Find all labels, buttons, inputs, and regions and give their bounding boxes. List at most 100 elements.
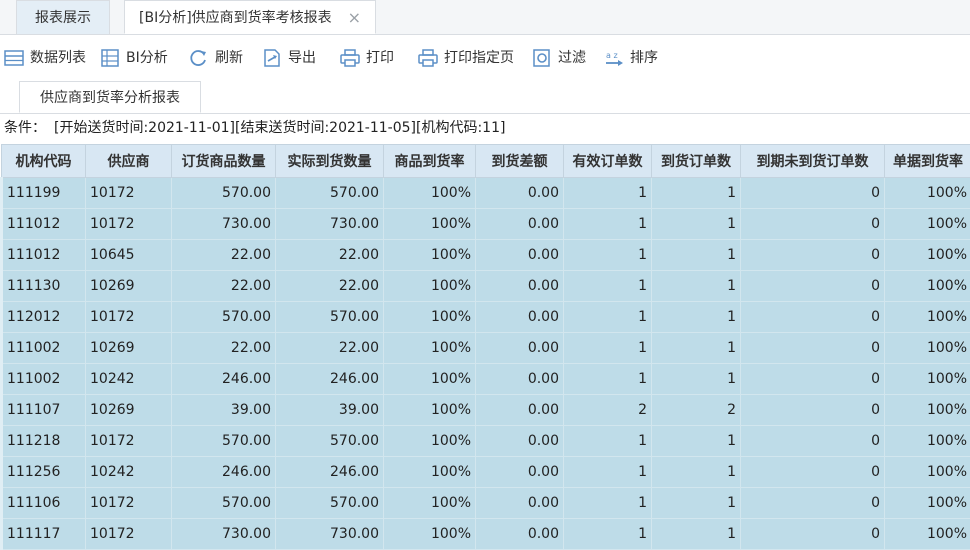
table-row[interactable]: 111002 10242 246.00 246.00 100% 0.00 1 1 0 100% bbox=[0, 363, 970, 395]
condition-label: 条件： bbox=[4, 120, 46, 136]
table-cell: 10172 bbox=[85, 177, 172, 209]
table-cell: 100% bbox=[884, 239, 970, 271]
table-row[interactable]: 111117 10172 730.00 730.00 100% 0.00 1 1 0 100% bbox=[0, 518, 970, 550]
print-pages-label: 打印指定页 bbox=[444, 50, 514, 66]
table-cell: 0.00 bbox=[475, 177, 564, 209]
table-cell: 0 bbox=[740, 487, 885, 519]
table-cell: 1 bbox=[563, 177, 652, 209]
table-cell: 10269 bbox=[85, 394, 172, 426]
tab-supplier-report[interactable]: [BI分析]供应商到货率考核报表 × bbox=[124, 0, 376, 34]
table-cell: 570.00 bbox=[171, 487, 276, 519]
table-cell: 111002 bbox=[0, 332, 86, 364]
table-body: 111199 10172 570.00 570.00 100% 0.00 1 1 0 100% 11… bbox=[0, 177, 970, 550]
column-header[interactable]: 订货商品数量 bbox=[171, 144, 276, 178]
table-cell: 570.00 bbox=[171, 425, 276, 457]
table-row[interactable]: 112012 10172 570.00 570.00 100% 0.00 1 1 0 100% bbox=[0, 301, 970, 333]
table-cell: 0 bbox=[740, 270, 885, 302]
sort-button[interactable]: a z 排序 bbox=[604, 47, 658, 69]
table-cell: 10242 bbox=[85, 456, 172, 488]
table-cell: 100% bbox=[884, 425, 970, 457]
table-cell: 1 bbox=[651, 208, 741, 240]
table-row[interactable]: 111106 10172 570.00 570.00 100% 0.00 1 1 0 100% bbox=[0, 487, 970, 519]
print-icon bbox=[340, 49, 360, 67]
column-header[interactable]: 有效订单数 bbox=[563, 144, 652, 178]
print-pages-button[interactable]: 打印指定页 bbox=[418, 47, 514, 69]
refresh-icon bbox=[189, 49, 209, 67]
export-icon bbox=[262, 49, 282, 67]
table-row[interactable]: 111256 10242 246.00 246.00 100% 0.00 1 1 0 100% bbox=[0, 456, 970, 488]
table-cell: 1 bbox=[651, 301, 741, 333]
table-cell: 1 bbox=[563, 239, 652, 271]
column-header[interactable]: 实际到货数量 bbox=[275, 144, 384, 178]
table-cell: 0 bbox=[740, 363, 885, 395]
column-header[interactable]: 商品到货率 bbox=[383, 144, 476, 178]
table-cell: 22.00 bbox=[171, 270, 276, 302]
table-cell: 0 bbox=[740, 456, 885, 488]
table-cell: 100% bbox=[884, 487, 970, 519]
table-cell: 570.00 bbox=[171, 177, 276, 209]
table-cell: 111012 bbox=[0, 239, 86, 271]
table-cell: 100% bbox=[884, 394, 970, 426]
column-header[interactable]: 机构代码 bbox=[1, 144, 86, 178]
table-cell: 0.00 bbox=[475, 394, 564, 426]
table-cell: 0 bbox=[740, 332, 885, 364]
table-cell: 1 bbox=[651, 425, 741, 457]
table-row[interactable]: 111218 10172 570.00 570.00 100% 0.00 1 1 0 100% bbox=[0, 425, 970, 457]
table-cell: 1 bbox=[651, 332, 741, 364]
table-list-icon bbox=[4, 49, 24, 67]
toolbar: 数据列表 BI分析 刷新 导出 打印 打印指定页 过滤 a z 排序 bbox=[0, 35, 970, 81]
table-cell: 730.00 bbox=[275, 518, 384, 550]
table-cell: 2 bbox=[563, 394, 652, 426]
table-cell: 246.00 bbox=[171, 363, 276, 395]
column-header[interactable]: 到货差额 bbox=[475, 144, 564, 178]
data-list-label: 数据列表 bbox=[30, 50, 86, 66]
table-cell: 22.00 bbox=[171, 239, 276, 271]
table-cell: 0 bbox=[740, 301, 885, 333]
table-cell: 0.00 bbox=[475, 239, 564, 271]
table-cell: 0.00 bbox=[475, 518, 564, 550]
export-button[interactable]: 导出 bbox=[262, 47, 316, 69]
data-list-button[interactable]: 数据列表 bbox=[4, 47, 86, 69]
sort-icon: a z bbox=[604, 49, 624, 67]
table-cell: 570.00 bbox=[275, 177, 384, 209]
table-row[interactable]: 111107 10269 39.00 39.00 100% 0.00 2 2 0 100% bbox=[0, 394, 970, 426]
filter-icon bbox=[532, 49, 552, 67]
table-cell: 111107 bbox=[0, 394, 86, 426]
table-cell: 111218 bbox=[0, 425, 86, 457]
table-cell: 730.00 bbox=[171, 518, 276, 550]
table-cell: 10269 bbox=[85, 332, 172, 364]
bi-analysis-button[interactable]: BI分析 bbox=[100, 47, 168, 69]
table-cell: 1 bbox=[563, 208, 652, 240]
svg-text:a z: a z bbox=[606, 51, 618, 60]
table-cell: 1 bbox=[651, 239, 741, 271]
table-row[interactable]: 111012 10645 22.00 22.00 100% 0.00 1 1 0 100% bbox=[0, 239, 970, 271]
tab-report-display[interactable]: 报表展示 bbox=[16, 0, 110, 34]
table-row[interactable]: 111130 10269 22.00 22.00 100% 0.00 1 1 0 100% bbox=[0, 270, 970, 302]
table-cell: 100% bbox=[884, 518, 970, 550]
tab-supplier-arrival-analysis[interactable]: 供应商到货率分析报表 bbox=[19, 81, 201, 113]
table-row[interactable]: 111012 10172 730.00 730.00 100% 0.00 1 1 0 100% bbox=[0, 208, 970, 240]
filter-button[interactable]: 过滤 bbox=[532, 47, 586, 69]
table-cell: 246.00 bbox=[275, 456, 384, 488]
table-cell: 1 bbox=[563, 518, 652, 550]
table-cell: 1 bbox=[651, 456, 741, 488]
table-row[interactable]: 111199 10172 570.00 570.00 100% 0.00 1 1 0 100% bbox=[0, 177, 970, 209]
column-header[interactable]: 到期未到货订单数 bbox=[740, 144, 885, 178]
column-header[interactable]: 单据到货率 bbox=[884, 144, 970, 178]
refresh-button[interactable]: 刷新 bbox=[189, 47, 243, 69]
table-cell: 22.00 bbox=[275, 332, 384, 364]
table-row[interactable]: 111002 10269 22.00 22.00 100% 0.00 1 1 0 100% bbox=[0, 332, 970, 364]
table-cell: 10172 bbox=[85, 487, 172, 519]
column-header[interactable]: 到货订单数 bbox=[651, 144, 741, 178]
filter-label: 过滤 bbox=[558, 50, 586, 66]
tab-bar: 报表展示 [BI分析]供应商到货率考核报表 × bbox=[0, 0, 970, 35]
print-button[interactable]: 打印 bbox=[340, 47, 394, 69]
bi-analysis-label: BI分析 bbox=[126, 50, 168, 66]
column-header[interactable]: 供应商 bbox=[85, 144, 172, 178]
table-cell: 0 bbox=[740, 518, 885, 550]
table-cell: 39.00 bbox=[171, 394, 276, 426]
table-cell: 111002 bbox=[0, 363, 86, 395]
table-cell: 0 bbox=[740, 425, 885, 457]
table-cell: 111256 bbox=[0, 456, 86, 488]
close-icon[interactable]: × bbox=[348, 1, 361, 35]
